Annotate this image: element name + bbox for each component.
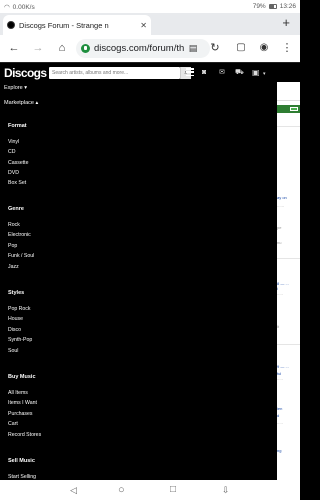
menu-explore-label: Explore bbox=[4, 85, 23, 91]
menu-item-items-i-want[interactable]: Items I Want bbox=[8, 400, 37, 406]
menu-item-jazz[interactable]: Jazz bbox=[8, 264, 19, 270]
styles-heading: Styles bbox=[8, 290, 25, 296]
battery-percent: 79% bbox=[252, 3, 266, 10]
menu-item-funk-soul[interactable]: Funk / Soul bbox=[8, 253, 34, 259]
url-text: discogs.com/forum/th bbox=[94, 43, 185, 54]
menu-item-dvd[interactable]: DVD bbox=[8, 170, 19, 176]
thread-link[interactable]: 9 — ... bbox=[277, 364, 289, 369]
menu-item-pop[interactable]: Pop bbox=[8, 243, 17, 249]
reload-icon[interactable]: ↻ bbox=[208, 41, 222, 55]
menu-marketplace[interactable]: Marketplace ▴ bbox=[4, 100, 38, 106]
page-subheader bbox=[277, 82, 300, 101]
caret-up-icon: ▴ bbox=[35, 100, 39, 106]
battery-icon bbox=[268, 4, 277, 9]
close-tab-icon[interactable]: ✕ bbox=[140, 21, 147, 30]
sell-music-heading: Sell Music bbox=[8, 458, 35, 464]
nav-drawer: Explore ▾ Marketplace ▴ Format Vinyl CD … bbox=[0, 82, 277, 480]
tab-title: Discogs Forum - Strange n bbox=[19, 20, 109, 30]
translate-icon[interactable]: ▤ bbox=[186, 41, 200, 55]
forward-arrow-icon[interactable]: → bbox=[31, 41, 45, 55]
search-placeholder: Search artists, albums and more... bbox=[52, 70, 129, 76]
thread-link[interactable]: ay on bbox=[277, 195, 287, 200]
hamburger-menu-icon[interactable] bbox=[186, 68, 194, 76]
menu-item-house[interactable]: House bbox=[8, 316, 23, 322]
thread-link[interactable]: ng bbox=[277, 448, 281, 453]
menu-item-purchases[interactable]: Purchases bbox=[8, 411, 33, 417]
user-avatar-icon[interactable]: ▣ bbox=[252, 69, 260, 77]
genre-heading: Genre bbox=[8, 206, 24, 212]
thread-meta: ······ bbox=[277, 205, 284, 209]
menu-item-electronic[interactable]: Electronic bbox=[8, 232, 31, 238]
divider bbox=[277, 126, 300, 127]
divider bbox=[277, 258, 300, 259]
cart-icon[interactable]: ⛟ bbox=[235, 69, 244, 77]
back-triangle-icon[interactable]: ◁ bbox=[70, 485, 77, 495]
overflow-menu-icon[interactable]: ⋮ bbox=[280, 41, 294, 55]
system-nav-bar: ◁ ○ □ ⇩ bbox=[0, 480, 300, 500]
account-icon[interactable]: ◉ bbox=[257, 41, 271, 55]
wifi-icon: ◠ bbox=[4, 4, 10, 11]
green-button[interactable] bbox=[290, 107, 298, 111]
caret-down-icon: ▾ bbox=[24, 85, 27, 91]
menu-item-pop-rock[interactable]: Pop Rock bbox=[8, 306, 31, 312]
menu-item-rock[interactable]: Rock bbox=[8, 222, 20, 228]
menu-item-vinyl[interactable]: Vinyl bbox=[8, 139, 19, 145]
new-tab-button[interactable]: + bbox=[282, 16, 290, 30]
discogs-logo[interactable]: Discogs bbox=[4, 66, 47, 80]
network-speed: 0.00K/s bbox=[12, 3, 35, 11]
home-icon[interactable]: ⌂ bbox=[55, 41, 69, 55]
menu-item-all-items[interactable]: All Items bbox=[8, 390, 28, 396]
discogs-favicon-icon bbox=[7, 21, 15, 29]
secure-lock-icon[interactable] bbox=[81, 44, 90, 53]
buy-music-heading: Buy Music bbox=[8, 374, 36, 380]
mail-icon[interactable]: ✉ bbox=[219, 69, 225, 77]
thread-meta: ····· bbox=[277, 293, 283, 297]
thread-meta: ····· bbox=[277, 422, 283, 426]
chevron-down-icon[interactable]: ▾ bbox=[263, 70, 266, 78]
tab-strip: Discogs Forum - Strange n ✕ + bbox=[0, 13, 300, 35]
menu-explore[interactable]: Explore ▾ bbox=[4, 85, 27, 91]
back-arrow-icon[interactable]: ← bbox=[7, 41, 21, 55]
thread-link[interactable]: d bbox=[277, 413, 279, 418]
vinyl-icon[interactable]: ◙ bbox=[202, 69, 206, 77]
menu-item-cd[interactable]: CD bbox=[8, 149, 16, 155]
menu-item-cassette[interactable]: Cassette bbox=[8, 160, 28, 166]
menu-item-cart[interactable]: Cart bbox=[8, 421, 18, 427]
menu-item-synth-pop[interactable]: Synth-Pop bbox=[8, 337, 32, 343]
thread-link[interactable]: i bbox=[277, 286, 278, 291]
home-circle-icon[interactable]: ○ bbox=[118, 485, 125, 496]
keyboard-hide-icon[interactable]: ⇩ bbox=[222, 485, 230, 495]
clock: 13:26 bbox=[279, 3, 296, 10]
browser-toolbar: ← → ⌂ discogs.com/forum/th ▤ ↻ ▢ ◉ ⋮ bbox=[0, 35, 300, 62]
thread-link[interactable]: ful bbox=[277, 371, 281, 376]
thread-link[interactable]: nu bbox=[277, 240, 281, 245]
thread-link[interactable]: ien bbox=[277, 406, 282, 411]
format-heading: Format bbox=[8, 123, 27, 129]
divider bbox=[277, 344, 300, 345]
browser-tab[interactable]: Discogs Forum - Strange n ✕ bbox=[3, 15, 151, 35]
thread-link[interactable]: 8 — ... bbox=[277, 281, 289, 286]
recents-square-icon[interactable]: □ bbox=[170, 485, 176, 495]
menu-item-record-stores[interactable]: Record Stores bbox=[8, 432, 41, 438]
status-bar: ◠ 0.00K/s 79% 13:26 bbox=[0, 0, 300, 13]
thread-link[interactable]: pe bbox=[277, 225, 281, 230]
page-content-behind: ay on ······ pe nu 8 — ... i ····· lt 9 … bbox=[277, 82, 300, 480]
menu-item-box-set[interactable]: Box Set bbox=[8, 180, 26, 186]
thread-link[interactable]: lt bbox=[277, 324, 279, 329]
menu-item-disco[interactable]: Disco bbox=[8, 327, 21, 333]
menu-item-soul[interactable]: Soul bbox=[8, 348, 18, 354]
tab-switcher-icon[interactable]: ▢ bbox=[234, 41, 248, 55]
site-search-input[interactable]: Search artists, albums and more... bbox=[49, 67, 180, 79]
thread-meta: ····· bbox=[277, 378, 283, 382]
menu-marketplace-label: Marketplace bbox=[4, 100, 34, 106]
site-header: Discogs Search artists, albums and more.… bbox=[0, 62, 300, 82]
